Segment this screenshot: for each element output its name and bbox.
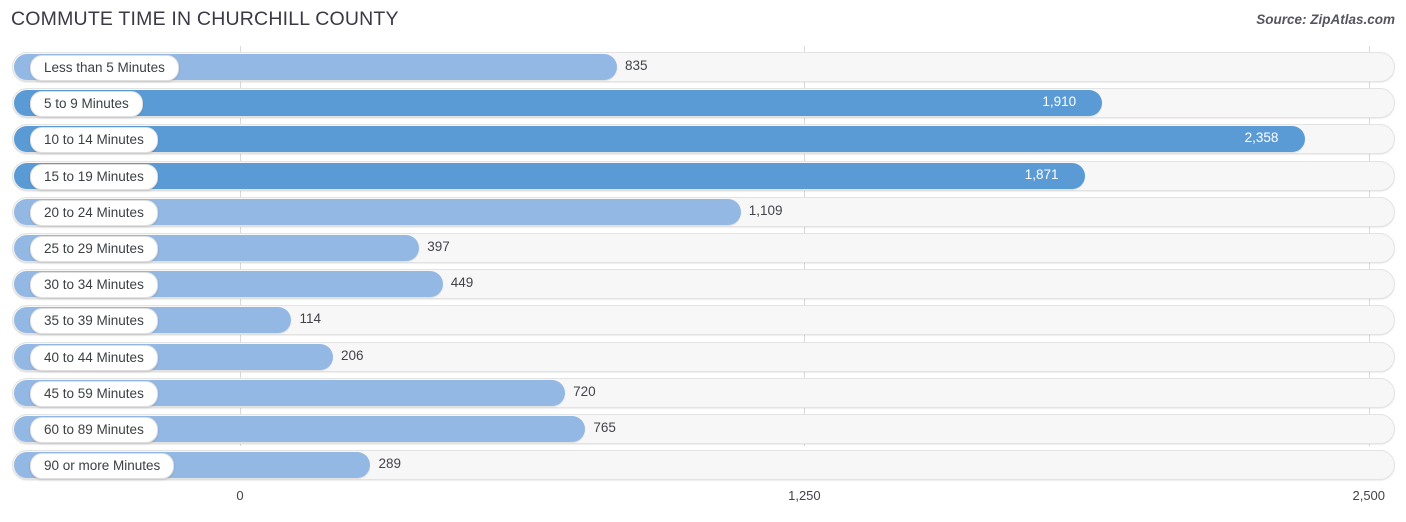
category-label: 30 to 34 Minutes <box>30 272 158 299</box>
bar-value-label: 449 <box>450 275 474 291</box>
category-label: 5 to 9 Minutes <box>30 91 143 118</box>
x-tick-label: 1,250 <box>788 488 821 503</box>
bar[interactable] <box>14 162 1085 189</box>
category-label: 90 or more Minutes <box>30 453 175 480</box>
bar-value-label: 289 <box>378 456 401 472</box>
category-label: 10 to 14 Minutes <box>30 127 158 154</box>
bar-row[interactable]: 35 to 39 Minutes 114 <box>12 305 1395 336</box>
bar[interactable] <box>14 126 1305 153</box>
category-label: 25 to 29 Minutes <box>30 236 158 262</box>
category-label: 60 to 89 Minutes <box>30 417 158 443</box>
bar-row[interactable]: 45 to 59 Minutes 720 <box>12 377 1395 408</box>
category-label: 35 to 39 Minutes <box>30 308 158 335</box>
bar-value-label: 765 <box>593 420 616 435</box>
x-tick-label: 2,500 <box>1352 488 1386 503</box>
bar-value-label: 1,871 <box>1024 166 1059 182</box>
category-label: 15 to 19 Minutes <box>30 163 158 190</box>
bar-value-label: 397 <box>427 239 450 254</box>
x-tick-label: 0 <box>236 488 244 503</box>
category-label: 20 to 24 Minutes <box>30 199 158 226</box>
bar-value-label: 835 <box>625 58 648 73</box>
bar-value-label: 1,910 <box>1042 94 1077 110</box>
bar-row[interactable]: 90 or more Minutes 289 <box>12 450 1395 481</box>
bar-row[interactable]: 30 to 34 Minutes 449 <box>12 269 1395 300</box>
bar-row[interactable]: 20 to 24 Minutes 1,109 <box>12 196 1395 227</box>
x-axis: 0 1,250 2,500 <box>0 486 1406 522</box>
bar-row[interactable]: Less than 5 Minutes 835 <box>12 52 1395 82</box>
bar[interactable] <box>14 90 1103 117</box>
chart-plot-area: Less than 5 Minutes 835 5 to 9 Minutes 1,91… <box>0 46 1406 486</box>
bar-value-label: 2,358 <box>1244 130 1279 146</box>
bar-row[interactable]: 25 to 29 Minutes 397 <box>12 233 1395 263</box>
bar-row[interactable]: 5 to 9 Minutes 1,910 <box>12 88 1395 119</box>
category-label: 45 to 59 Minutes <box>30 380 158 407</box>
bar-row[interactable]: 10 to 14 Minutes 2,358 <box>12 124 1395 155</box>
bar-row[interactable]: 60 to 89 Minutes 765 <box>12 414 1395 444</box>
source-attribution: Source: ZipAtlas.com <box>1256 12 1395 27</box>
chart-header: COMMUTE TIME IN CHURCHILL COUNTY Source:… <box>0 0 1406 44</box>
bar-value-label: 206 <box>341 347 364 363</box>
page-title: COMMUTE TIME IN CHURCHILL COUNTY <box>11 8 399 30</box>
bar-value-label: 720 <box>573 383 596 399</box>
category-label: Less than 5 Minutes <box>30 55 179 81</box>
category-label: 40 to 44 Minutes <box>30 344 158 371</box>
bar-row[interactable]: 40 to 44 Minutes 206 <box>12 341 1395 372</box>
bar-value-label: 114 <box>299 311 321 327</box>
bar-row[interactable]: 15 to 19 Minutes 1,871 <box>12 160 1395 191</box>
bar-value-label: 1,109 <box>748 202 783 218</box>
